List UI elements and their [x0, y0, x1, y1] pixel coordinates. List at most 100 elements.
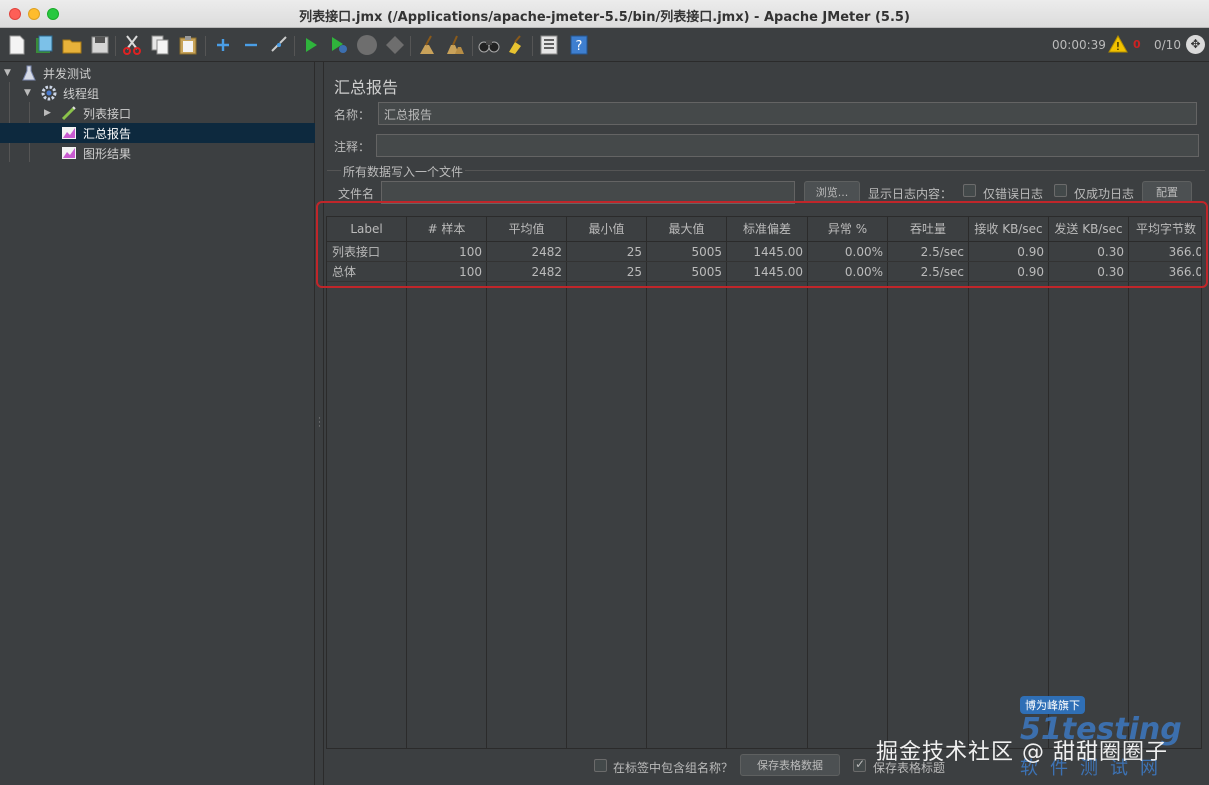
tree-item-label: 线程组 [63, 86, 100, 101]
errors-only-checkbox[interactable] [963, 184, 976, 197]
pane-splitter[interactable]: · · · [316, 62, 324, 785]
expand-arrow-icon[interactable]: ▼ [4, 68, 11, 78]
new-icon[interactable] [6, 34, 28, 56]
column-header[interactable]: 异常 % [808, 217, 888, 242]
function-helper-icon[interactable] [538, 34, 560, 56]
column-header[interactable]: 平均值 [487, 217, 567, 242]
column-divider [1048, 242, 1049, 748]
tree-item-label: 并发测试 [43, 66, 92, 81]
collapse-all-icon[interactable] [240, 34, 262, 56]
search-binoculars-icon[interactable] [478, 34, 500, 56]
column-header[interactable]: 最大值 [647, 217, 727, 242]
table-cell: 2482 [531, 265, 562, 279]
shutdown-icon[interactable] [384, 34, 406, 56]
summary-table: Label # 样本 平均值 最小值 最大值 标准偏差 异常 % 吞吐量 接收 … [326, 216, 1202, 749]
splitter-grip-icon: · · · [318, 414, 321, 432]
error-count: 0 [1133, 38, 1141, 51]
elapsed-timer: 00:00:39 [1052, 38, 1106, 52]
gear-icon [41, 85, 57, 101]
save-icon[interactable] [89, 34, 111, 56]
table-header: Label # 样本 平均值 最小值 最大值 标准偏差 异常 % 吞吐量 接收 … [327, 217, 1201, 242]
toolbar-separator [472, 36, 473, 56]
watermark-juejin: 掘金技术社区 @ 甜甜圈圈子 [876, 740, 1168, 765]
svg-text:!: ! [1116, 40, 1120, 53]
include-group-name-label: 在标签中包含组名称？ [613, 761, 734, 775]
clear-broom-icon[interactable] [416, 34, 438, 56]
tree-item-label: 汇总报告 [83, 126, 132, 141]
column-header[interactable]: 标准偏差 [727, 217, 808, 242]
start-no-pauses-icon[interactable] [328, 34, 350, 56]
log-display-label: 显示日志内容： [868, 187, 953, 201]
column-header[interactable]: Label [327, 217, 407, 242]
stop-icon[interactable] [356, 34, 378, 56]
sampler-icon [61, 105, 77, 121]
table-row[interactable]: 总体 100 2482 25 5005 1445.00 0.00% 2.5/se… [327, 262, 1202, 282]
cut-icon[interactable] [121, 34, 143, 56]
filename-field[interactable] [381, 181, 795, 204]
tree-item-thread-group[interactable]: ▼ 线程组 [0, 83, 315, 103]
table-row[interactable]: 列表接口 100 2482 25 5005 1445.00 0.00% 2.5/… [327, 242, 1201, 262]
errors-only-label: 仅错误日志 [983, 187, 1044, 201]
copy-icon[interactable] [149, 34, 171, 56]
group-title: 所有数据写入一个文件 [341, 163, 466, 180]
column-divider [968, 242, 969, 748]
table-cell: 5005 [691, 245, 722, 259]
table-cell: 总体 [332, 265, 357, 279]
save-table-data-button[interactable]: 保存表格数据 [740, 754, 840, 776]
table-cell: 0.90 [1017, 265, 1044, 279]
column-header[interactable]: 接收 KB/sec [969, 217, 1049, 242]
table-cell: 5005 [691, 265, 722, 279]
table-cell: 列表接口 [332, 245, 381, 259]
tree-item-test-plan[interactable]: ▼ 并发测试 [0, 63, 315, 83]
comment-field[interactable] [376, 134, 1199, 157]
column-divider [486, 242, 487, 748]
templates-icon[interactable] [33, 34, 55, 56]
table-cell: 0.00% [844, 245, 883, 259]
toolbar: ? 00:00:39 ! 0 0/10 ✥ [0, 28, 1209, 62]
reset-search-icon[interactable] [506, 34, 528, 56]
table-cell: 0.90 [1017, 245, 1044, 259]
tree-item-label: 图形结果 [83, 146, 132, 161]
collapsed-arrow-icon[interactable]: ▶ [44, 108, 51, 118]
paste-icon[interactable] [177, 34, 199, 56]
column-header[interactable]: 发送 KB/sec [1049, 217, 1129, 242]
page-title: 汇总报告 [334, 78, 399, 97]
column-divider [887, 242, 888, 748]
active-threads: 0/10 [1154, 38, 1181, 52]
save-table-header-checkbox[interactable] [853, 757, 866, 772]
summary-report-panel: 汇总报告 名称： 汇总报告 注释： 所有数据写入一个文件 文件名 浏览... 显… [325, 62, 1209, 785]
filename-label: 文件名 [338, 187, 375, 201]
tree-item-graph-results[interactable]: 图形结果 [0, 143, 315, 163]
table-cell: 2.5/sec [920, 245, 964, 259]
column-divider [646, 242, 647, 748]
column-header[interactable]: 最小值 [567, 217, 647, 242]
success-only-checkbox[interactable] [1054, 184, 1067, 197]
table-cell: 366.0 [1168, 265, 1202, 279]
include-group-name-checkbox[interactable] [594, 759, 607, 772]
browse-button[interactable]: 浏览... [804, 181, 860, 203]
column-header[interactable]: 吞吐量 [888, 217, 969, 242]
open-folder-icon[interactable] [61, 34, 83, 56]
expand-all-icon[interactable] [212, 34, 234, 56]
warning-icon[interactable]: ! [1108, 34, 1128, 53]
toggle-icon[interactable] [268, 34, 290, 56]
name-label: 名称： [334, 108, 371, 122]
start-icon[interactable] [300, 34, 322, 56]
title-bar: 列表接口.jmx (/Applications/apache-jmeter-5.… [0, 0, 1209, 28]
configure-button[interactable]: 配置 [1142, 181, 1192, 203]
tree-item-summary-report[interactable]: 汇总报告 [0, 123, 315, 143]
success-only-label: 仅成功日志 [1074, 187, 1135, 201]
toolbar-separator [294, 36, 295, 56]
column-header[interactable]: 平均字节数 [1129, 217, 1201, 242]
clear-all-broom-icon[interactable] [444, 34, 466, 56]
remote-globe-icon[interactable]: ✥ [1186, 35, 1205, 54]
help-icon[interactable]: ? [568, 34, 590, 56]
column-header[interactable]: # 样本 [407, 217, 487, 242]
column-divider [566, 242, 567, 748]
expand-arrow-icon[interactable]: ▼ [24, 88, 31, 98]
test-plan-icon [21, 65, 37, 81]
column-divider [807, 242, 808, 748]
tree-item-sampler[interactable]: ▶ 列表接口 [0, 103, 315, 123]
name-field[interactable]: 汇总报告 [378, 102, 1197, 125]
graph-icon [61, 145, 77, 161]
